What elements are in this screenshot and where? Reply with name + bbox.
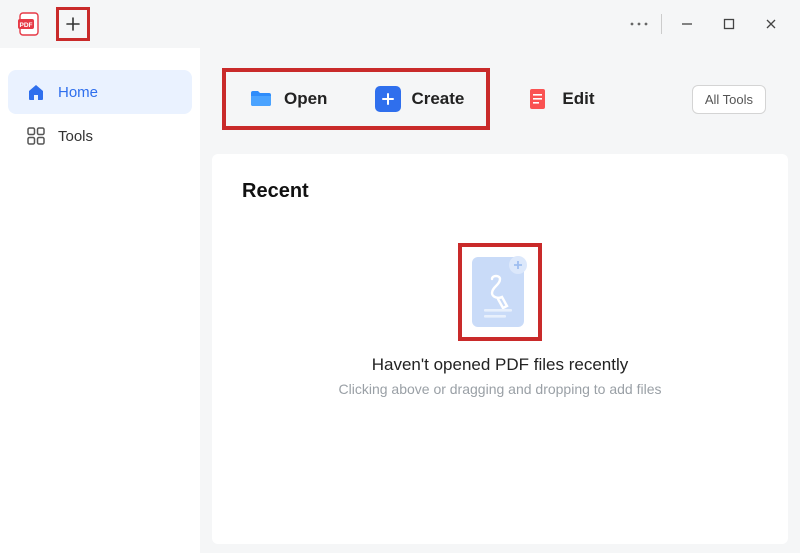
new-tab-button[interactable] <box>56 7 90 41</box>
close-icon <box>765 18 777 30</box>
sidebar-item-label: Tools <box>58 128 93 145</box>
create-label: Create <box>411 89 464 109</box>
svg-text:PDF: PDF <box>20 22 33 29</box>
more-menu-button[interactable] <box>621 4 657 44</box>
add-pdf-icon[interactable] <box>468 253 532 331</box>
create-button[interactable]: Create <box>367 80 472 118</box>
edit-icon <box>526 86 552 112</box>
folder-icon <box>248 86 274 112</box>
sidebar: Home Tools <box>0 48 200 553</box>
recent-card: Recent Haven't opened PDF fil <box>212 154 788 544</box>
app-logo: PDF <box>16 10 44 38</box>
minimize-button[interactable] <box>666 4 708 44</box>
recent-heading: Recent <box>242 180 758 203</box>
pdf-app-icon: PDF <box>17 11 43 37</box>
home-icon <box>26 82 46 102</box>
maximize-button[interactable] <box>708 4 750 44</box>
toolbar: Open Create <box>200 48 788 130</box>
main-area: Open Create <box>200 48 800 553</box>
empty-state: Haven't opened PDF files recently Clicki… <box>242 243 758 397</box>
empty-icon-highlight <box>458 243 542 341</box>
create-plus-icon <box>375 86 401 112</box>
empty-state-title: Haven't opened PDF files recently <box>372 355 629 375</box>
open-button[interactable]: Open <box>240 80 335 118</box>
sidebar-item-label: Home <box>58 84 98 101</box>
close-button[interactable] <box>750 4 792 44</box>
highlighted-tool-group: Open Create <box>222 68 490 130</box>
sidebar-item-home[interactable]: Home <box>8 70 192 114</box>
edit-button[interactable]: Edit <box>518 80 602 118</box>
empty-state-subtitle: Clicking above or dragging and dropping … <box>339 381 662 397</box>
edit-label: Edit <box>562 89 594 109</box>
maximize-icon <box>723 18 735 30</box>
ellipsis-icon <box>630 22 648 26</box>
plus-icon <box>65 16 81 32</box>
divider <box>661 14 662 34</box>
all-tools-button[interactable]: All Tools <box>692 85 766 114</box>
window-controls <box>666 4 792 44</box>
sidebar-item-tools[interactable]: Tools <box>8 114 192 158</box>
titlebar: PDF <box>0 0 800 48</box>
minimize-icon <box>681 18 693 30</box>
open-label: Open <box>284 89 327 109</box>
tools-icon <box>26 126 46 146</box>
